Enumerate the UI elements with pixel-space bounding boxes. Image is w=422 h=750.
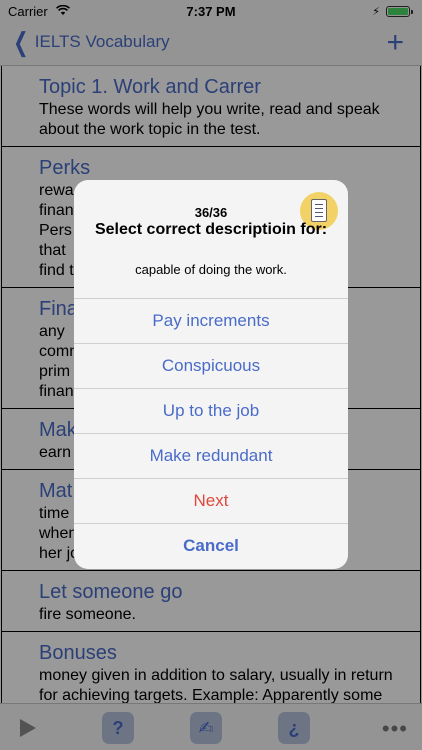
answer-option-button[interactable]: Up to the job xyxy=(74,388,348,433)
next-button[interactable]: Next xyxy=(74,478,348,523)
quiz-dialog-header: 36/36 Select correct descriptioin for: c… xyxy=(74,180,348,298)
quiz-dialog: 36/36 Select correct descriptioin for: c… xyxy=(74,180,348,569)
question-counter: 36/36 xyxy=(194,205,228,220)
answer-option-button[interactable]: Conspicuous xyxy=(74,343,348,388)
quiz-prompt: capable of doing the work. xyxy=(135,262,287,277)
answer-option-button[interactable]: Pay increments xyxy=(74,298,348,343)
answer-option-button[interactable]: Make redundant xyxy=(74,433,348,478)
quiz-title: Select correct descriptioin for: xyxy=(94,221,328,238)
cancel-button[interactable]: Cancel xyxy=(74,523,348,568)
